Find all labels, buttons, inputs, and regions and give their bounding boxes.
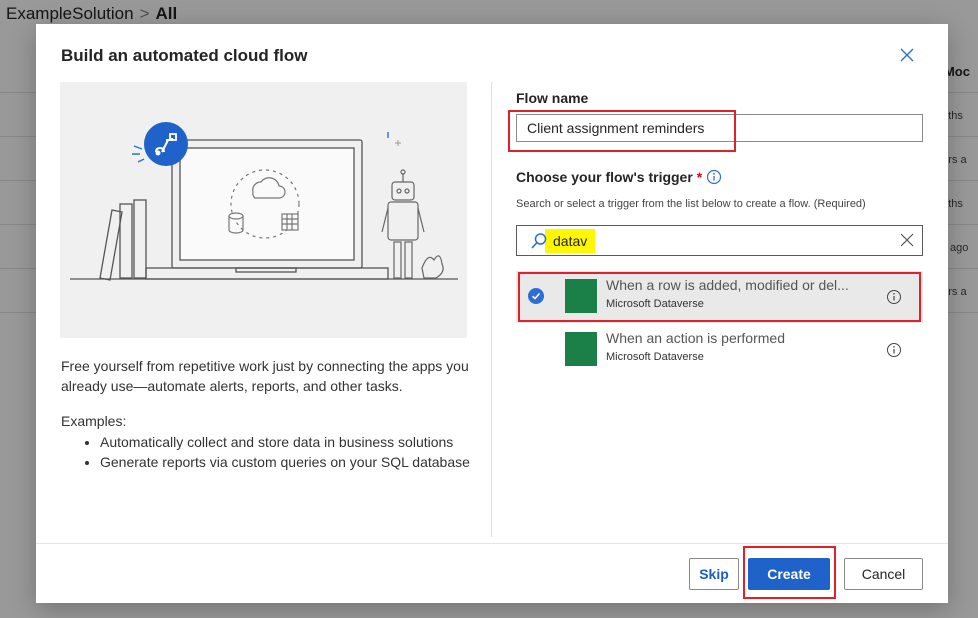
trigger-search-input[interactable] [553, 230, 853, 252]
clear-search-icon[interactable] [897, 229, 917, 251]
red-highlight-box [743, 546, 836, 599]
red-highlight-box [508, 110, 736, 152]
example-item: Automatically collect and store data in … [100, 432, 500, 452]
example-item: Generate reports via custom queries on y… [100, 452, 500, 472]
trigger-label-text: Choose your flow's trigger [516, 169, 693, 185]
trigger-option-connector: Microsoft Dataverse [606, 351, 704, 363]
footer-divider [36, 543, 948, 544]
dialog-description: Free yourself from repetitive work just … [61, 358, 469, 394]
dataverse-connector-icon [565, 332, 597, 366]
skip-button[interactable]: Skip [689, 558, 739, 590]
examples-list: Automatically collect and store data in … [76, 432, 500, 472]
cancel-button[interactable]: Cancel [844, 558, 923, 590]
flow-illustration [60, 82, 467, 338]
trigger-help-text: Search or select a trigger from the list… [516, 198, 866, 210]
trigger-option-row-action[interactable]: When an action is performed Microsoft Da… [516, 324, 923, 376]
trigger-label: Choose your flow's trigger * [516, 169, 702, 185]
info-icon[interactable] [886, 342, 902, 358]
books-illustration [99, 199, 147, 281]
dialog-title: Build an automated cloud flow [61, 46, 308, 65]
vertical-divider [491, 82, 492, 537]
required-asterisk: * [696, 169, 703, 185]
flow-icon [144, 122, 188, 166]
laptop-illustration [70, 139, 458, 280]
info-icon[interactable] [706, 169, 722, 185]
search-icon [531, 233, 547, 249]
trigger-option-title: When an action is performed [606, 330, 785, 346]
flow-name-label: Flow name [516, 90, 589, 106]
robot-illustration [381, 169, 444, 279]
red-highlight-box [518, 272, 921, 322]
build-flow-dialog: Build an automated cloud flow Free yours… [36, 24, 948, 603]
examples-label: Examples: [61, 413, 127, 429]
close-icon[interactable] [896, 44, 918, 66]
